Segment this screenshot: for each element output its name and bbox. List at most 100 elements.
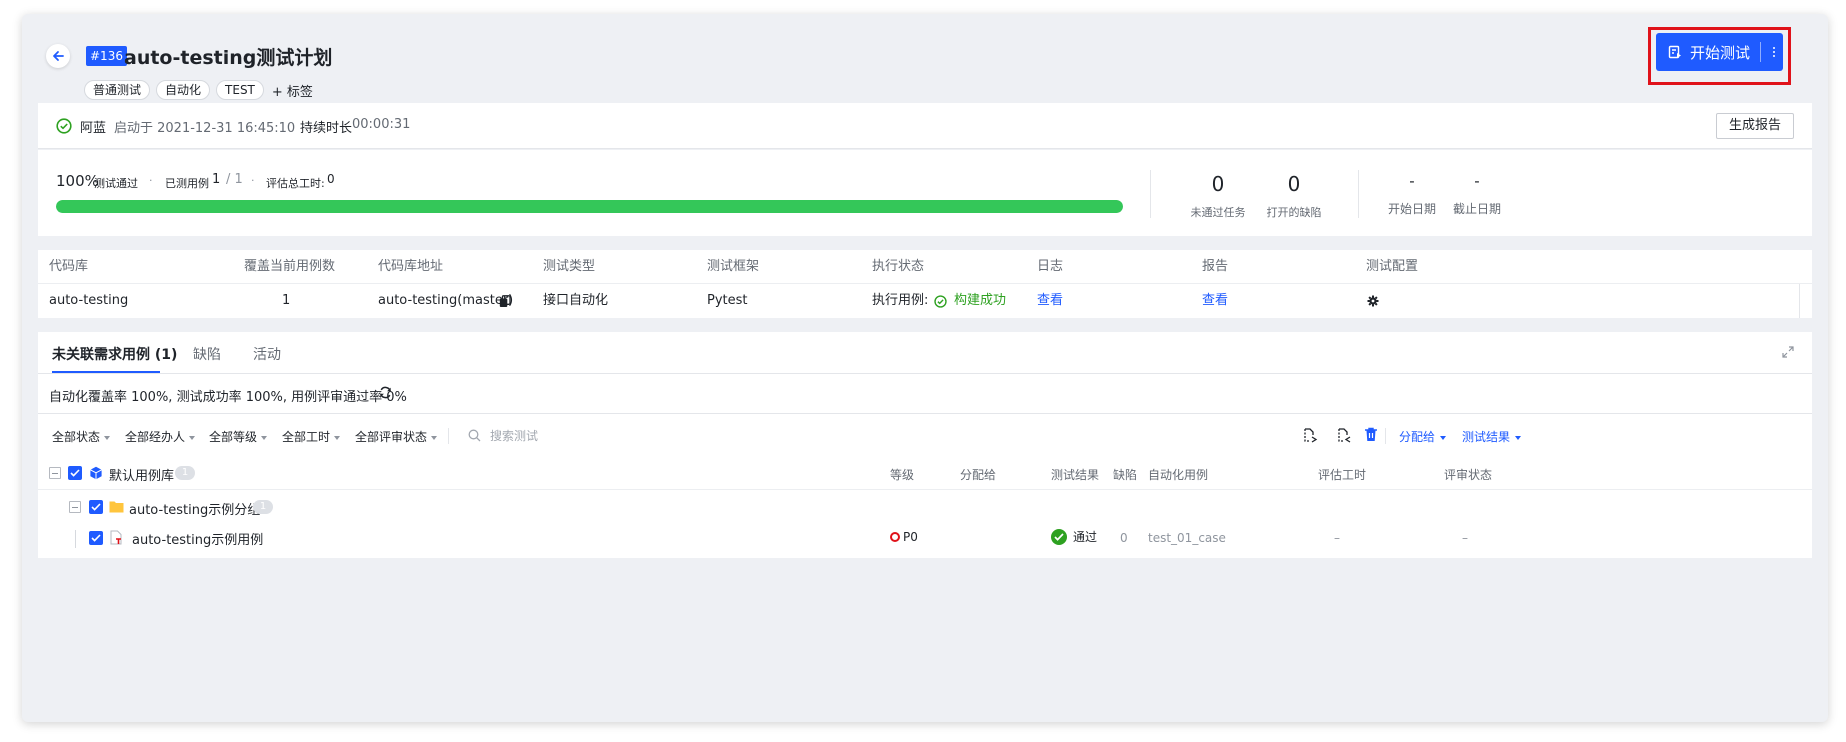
generate-report-button[interactable]: 生成报告 — [1715, 113, 1794, 139]
dropdown-label: 测试结果 — [1462, 430, 1511, 444]
column-header: 代码库 — [49, 259, 89, 274]
link-case-icon[interactable] — [1302, 427, 1318, 443]
stat-label: 未通过任务 — [1190, 206, 1246, 219]
column-header: 自动化用例 — [1148, 468, 1209, 482]
expand-icon[interactable] — [1782, 346, 1794, 358]
folder-icon — [109, 501, 124, 513]
priority-ring-icon — [890, 532, 900, 542]
tested-cases-total: / 1 — [226, 172, 243, 187]
date-label: 截止日期 — [1452, 202, 1501, 216]
filter-assignee[interactable]: 全部经办人 — [125, 428, 196, 445]
collapse-toggle[interactable] — [69, 501, 81, 513]
duration-value: 00:00:31 — [352, 117, 411, 132]
tab-bar: 未关联需求用例 (1) 缺陷 活动 — [38, 332, 1812, 374]
gear-icon[interactable] — [1367, 295, 1379, 307]
exec-prefix: 执行用例: — [872, 293, 929, 308]
open-defects-stat[interactable]: 0 打开的缺陷 — [1264, 172, 1324, 220]
tab-defects[interactable]: 缺陷 — [193, 344, 221, 364]
group-row[interactable]: auto-testing示例分组 1 — [38, 490, 1812, 524]
filter-label: 全部等级 — [209, 430, 258, 444]
column-header: 分配给 — [960, 468, 997, 482]
delete-icon[interactable] — [1364, 427, 1378, 442]
test-type: 接口自动化 — [543, 293, 609, 308]
page-title: auto-testing测试计划 — [124, 47, 333, 69]
case-name[interactable]: auto-testing示例用例 — [132, 529, 263, 548]
active-tab-indicator — [52, 371, 160, 373]
table-row: auto-testing 1 auto-testing(master) 接口自动… — [38, 284, 1812, 318]
build-status: 构建成功 — [954, 293, 1007, 308]
filter-status[interactable]: 全部状态 — [52, 428, 111, 445]
tag-item[interactable]: 自动化 — [156, 80, 211, 100]
button-divider — [1760, 42, 1762, 62]
chevron-down-icon — [334, 435, 341, 440]
copy-icon[interactable] — [499, 295, 511, 308]
covered-cases: 1 — [282, 293, 291, 308]
column-header: 日志 — [1037, 259, 1064, 274]
collapse-toggle[interactable] — [49, 467, 61, 479]
check-circle-icon — [1051, 528, 1067, 545]
view-report-link[interactable]: 查看 — [1202, 284, 1228, 318]
column-header: 等级 — [890, 468, 915, 482]
run-started-at: 启动于 2021-12-31 16:45:10 — [114, 121, 296, 136]
tab-activity[interactable]: 活动 — [253, 344, 281, 364]
filter-label: 全部评审状态 — [355, 430, 428, 444]
stat-value: 0 — [1287, 172, 1301, 196]
group-checkbox[interactable] — [89, 500, 103, 514]
chevron-down-icon — [189, 435, 196, 440]
move-case-icon[interactable] — [1336, 427, 1352, 443]
filter-level[interactable]: 全部等级 — [209, 428, 268, 445]
run-user: 阿蓝 — [80, 121, 107, 136]
test-result-value: 通过 — [1073, 530, 1098, 544]
tested-cases-label: 已测用例 — [165, 177, 209, 190]
start-date-stat: - 开始日期 — [1382, 172, 1442, 217]
filter-divider — [448, 428, 449, 444]
column-header: 测试类型 — [543, 259, 596, 274]
dropdown-label: 分配给 — [1399, 430, 1436, 444]
chevron-down-icon — [1440, 435, 1447, 440]
estimated-hours-label: 评估总工时: — [266, 177, 325, 190]
tested-cases-value: 1 — [212, 172, 221, 187]
test-result-dropdown[interactable]: 测试结果 — [1462, 428, 1522, 445]
priority-badge: P0 — [890, 530, 918, 544]
pass-percent: 100% — [56, 172, 99, 190]
column-header: 缺陷 — [1113, 468, 1138, 482]
failed-tasks-stat[interactable]: 0 未通过任务 — [1188, 172, 1248, 220]
tag-item[interactable]: 普通测试 — [84, 80, 151, 100]
chevron-down-icon — [431, 435, 438, 440]
filter-hours[interactable]: 全部工时 — [282, 428, 341, 445]
refresh-icon[interactable] — [379, 386, 392, 399]
test-result-badge[interactable]: 通过 — [1051, 528, 1097, 545]
column-header: 测试框架 — [707, 259, 760, 274]
check-circle-icon — [934, 295, 947, 308]
column-header: 报告 — [1202, 259, 1229, 274]
search-input[interactable] — [468, 425, 688, 447]
filter-review-status[interactable]: 全部评审状态 — [355, 428, 438, 445]
more-options-icon[interactable] — [1769, 47, 1779, 57]
column-header: 评审状态 — [1444, 468, 1493, 482]
table-scrollbar[interactable] — [1799, 284, 1800, 318]
defect-count: 0 — [1120, 531, 1128, 545]
dates-divider — [1358, 170, 1359, 218]
stat-value: 0 — [1211, 172, 1225, 196]
add-tag-button[interactable]: + 标签 — [272, 81, 313, 100]
library-count: 1 — [175, 466, 195, 480]
tag-item[interactable]: TEST — [216, 80, 264, 100]
box-icon — [90, 466, 102, 480]
back-button[interactable] — [46, 44, 70, 68]
view-log-link[interactable]: 查看 — [1037, 284, 1063, 318]
library-checkbox[interactable] — [68, 466, 82, 480]
check-circle-icon — [56, 118, 72, 134]
tab-unlinked-cases[interactable]: 未关联需求用例 (1) — [52, 344, 177, 364]
case-checkbox[interactable] — [89, 531, 103, 545]
toolbar-divider — [1385, 428, 1386, 444]
date-value: - — [1474, 172, 1480, 190]
repo-table: 代码库 覆盖当前用例数 代码库地址 测试类型 测试框架 执行状态 日志 报告 测… — [38, 250, 1812, 318]
assign-to-dropdown[interactable]: 分配给 — [1399, 428, 1447, 445]
chevron-down-icon — [261, 435, 268, 440]
column-header: 测试结果 — [1051, 468, 1100, 482]
start-test-button[interactable]: 开始测试 — [1656, 33, 1783, 71]
column-header: 覆盖当前用例数 — [244, 259, 336, 274]
case-row[interactable]: auto-testing示例用例 P0 通过 0 test_01_case – … — [38, 524, 1812, 552]
library-row[interactable]: 默认用例库 1 等级 分配给 测试结果 缺陷 自动化用例 评估工时 评审状态 — [38, 456, 1812, 490]
column-header: 执行状态 — [872, 259, 925, 274]
